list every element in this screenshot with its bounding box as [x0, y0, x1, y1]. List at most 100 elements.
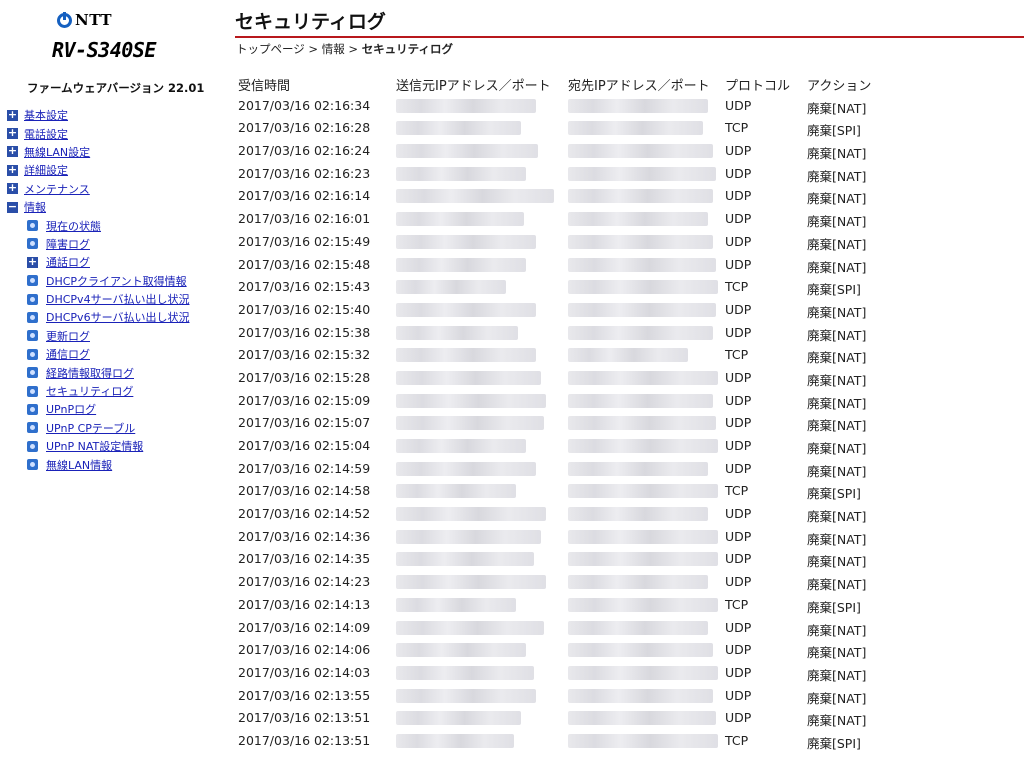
- cell-protocol: UDP: [725, 687, 752, 703]
- cell-protocol: UDP: [725, 664, 752, 680]
- cell-destination-redacted: [568, 711, 716, 726]
- expand-icon[interactable]: +: [7, 145, 18, 158]
- sidebar-item[interactable]: セキュリティログ: [7, 382, 189, 400]
- sidebar-item-label[interactable]: 現在の状態: [46, 218, 101, 234]
- sidebar-item[interactable]: + 電話設定: [7, 124, 189, 142]
- cell-action: 廃棄[NAT]: [807, 418, 867, 434]
- cell-action: 廃棄[NAT]: [807, 372, 867, 388]
- sidebar-item[interactable]: UPnPログ: [7, 400, 189, 418]
- sidebar-item[interactable]: UPnP CPテーブル: [7, 419, 189, 437]
- cell-source-redacted: [396, 370, 541, 385]
- cell-action: 廃棄[SPI]: [807, 735, 861, 751]
- sidebar-item-label[interactable]: 更新ログ: [46, 328, 90, 344]
- sidebar-item-label[interactable]: UPnP NAT設定情報: [46, 438, 143, 454]
- cell-source-redacted: [396, 620, 544, 635]
- sidebar-item[interactable]: DHCPv6サーバ払い出し状況: [7, 308, 189, 326]
- cell-time: 2017/03/16 02:13:51: [238, 732, 371, 748]
- cell-protocol: UDP: [725, 710, 752, 726]
- cell-destination-redacted: [568, 439, 718, 453]
- cell-destination-redacted: [568, 416, 716, 431]
- sidebar-item-label[interactable]: UPnP CPテーブル: [46, 420, 135, 436]
- cell-destination-redacted: [568, 552, 718, 567]
- expand-icon[interactable]: +: [7, 182, 18, 195]
- cell-action: 廃棄[NAT]: [807, 622, 867, 638]
- sidebar-item[interactable]: 現在の状態: [7, 216, 189, 234]
- sidebar-item[interactable]: + 通話ログ: [7, 253, 189, 271]
- expand-icon[interactable]: +: [7, 109, 18, 121]
- expand-icon[interactable]: +: [27, 256, 38, 268]
- sidebar-item[interactable]: 無線LAN情報: [7, 455, 189, 473]
- sidebar-item-label[interactable]: 電話設定: [24, 126, 68, 142]
- cell-protocol: UDP: [725, 392, 752, 408]
- sidebar-item-label[interactable]: セキュリティログ: [46, 383, 133, 399]
- breadcrumb-current: セキュリティログ: [361, 42, 453, 56]
- cell-protocol: UDP: [725, 642, 752, 658]
- cell-protocol: UDP: [725, 233, 752, 249]
- cell-protocol: UDP: [725, 438, 752, 453]
- sidebar-item-label[interactable]: 通信ログ: [46, 346, 90, 362]
- sidebar-item-label[interactable]: 無線LAN設定: [24, 144, 90, 160]
- sidebar-item-label[interactable]: DHCPv6サーバ払い出し状況: [46, 309, 189, 325]
- sidebar-item-label[interactable]: 無線LAN情報: [46, 457, 112, 473]
- cell-destination-redacted: [568, 733, 718, 748]
- cell-protocol: UDP: [725, 551, 752, 567]
- firmware-version: ファームウェアバージョン 22.01: [27, 81, 205, 95]
- sidebar-item[interactable]: + 無線LAN設定: [7, 143, 189, 161]
- cell-action: 廃棄[NAT]: [807, 191, 867, 207]
- sidebar-item-label[interactable]: UPnPログ: [46, 401, 96, 417]
- sidebar-item-label[interactable]: 基本設定: [24, 107, 68, 123]
- sidebar-item-label[interactable]: 通話ログ: [46, 254, 90, 270]
- sidebar-item-label[interactable]: 経路情報取得ログ: [46, 365, 134, 381]
- sidebar-item-label[interactable]: 情報: [24, 199, 46, 215]
- cell-protocol: UDP: [725, 188, 752, 204]
- title-divider: [235, 36, 1024, 38]
- col-header-protocol: プロトコル: [725, 79, 791, 94]
- cell-protocol: TCP: [725, 483, 749, 499]
- ntt-logo: NTT: [57, 9, 112, 31]
- sidebar-item[interactable]: 障害ログ: [7, 235, 189, 253]
- cell-time: 2017/03/16 02:16:24: [238, 143, 371, 159]
- sidebar-item[interactable]: + メンテナンス: [7, 180, 189, 198]
- breadcrumb: トップページ > 情報 > セキュリティログ: [236, 41, 453, 57]
- expand-icon[interactable]: +: [7, 127, 18, 140]
- sidebar-item[interactable]: DHCPクライアント取得情報: [7, 272, 189, 290]
- sidebar-item-label[interactable]: DHCPクライアント取得情報: [46, 273, 187, 289]
- cell-action: 廃棄[NAT]: [807, 350, 867, 366]
- page-title: セキュリティログ: [235, 11, 386, 33]
- cell-destination-redacted: [568, 484, 718, 499]
- collapse-icon[interactable]: −: [7, 201, 18, 213]
- col-header-time: 受信時間: [238, 79, 291, 94]
- breadcrumb-home[interactable]: トップページ: [236, 42, 305, 56]
- sidebar-item[interactable]: 更新ログ: [7, 327, 189, 345]
- cell-source-redacted: [396, 733, 514, 748]
- sidebar-item-label[interactable]: 詳細設定: [24, 162, 68, 178]
- cell-protocol: UDP: [725, 369, 752, 385]
- cell-destination-redacted: [568, 144, 713, 159]
- cell-protocol: UDP: [725, 211, 752, 227]
- cell-protocol: UDP: [725, 415, 752, 431]
- cell-destination-redacted: [568, 507, 708, 522]
- sidebar-item[interactable]: + 基本設定: [7, 106, 189, 124]
- cell-action: 廃棄[SPI]: [807, 282, 861, 298]
- sidebar-item[interactable]: 経路情報取得ログ: [7, 363, 189, 381]
- sidebar-item-label[interactable]: DHCPv4サーバ払い出し状況: [46, 291, 189, 307]
- cell-action: 廃棄[NAT]: [807, 509, 867, 525]
- col-header-action: アクション: [807, 79, 872, 94]
- cell-protocol: UDP: [725, 574, 752, 590]
- cell-destination-redacted: [568, 461, 708, 476]
- bullet-icon: [27, 367, 38, 379]
- sidebar-item[interactable]: − 情報: [7, 198, 189, 216]
- cell-protocol: TCP: [725, 732, 749, 748]
- breadcrumb-info[interactable]: 情報: [322, 42, 345, 56]
- sidebar-item[interactable]: + 詳細設定: [7, 161, 189, 179]
- sidebar-item[interactable]: DHCPv4サーバ払い出し状況: [7, 290, 189, 308]
- sidebar-item[interactable]: 通信ログ: [7, 345, 189, 363]
- cell-protocol: UDP: [725, 460, 752, 476]
- cell-action: 廃棄[NAT]: [807, 214, 867, 230]
- sidebar-item[interactable]: UPnP NAT設定情報: [7, 437, 189, 455]
- sidebar-item-label[interactable]: メンテナンス: [24, 181, 90, 197]
- cell-source-redacted: [396, 325, 518, 340]
- expand-icon[interactable]: +: [7, 164, 18, 176]
- cell-action: 廃棄[NAT]: [807, 100, 867, 116]
- sidebar-item-label[interactable]: 障害ログ: [46, 236, 90, 252]
